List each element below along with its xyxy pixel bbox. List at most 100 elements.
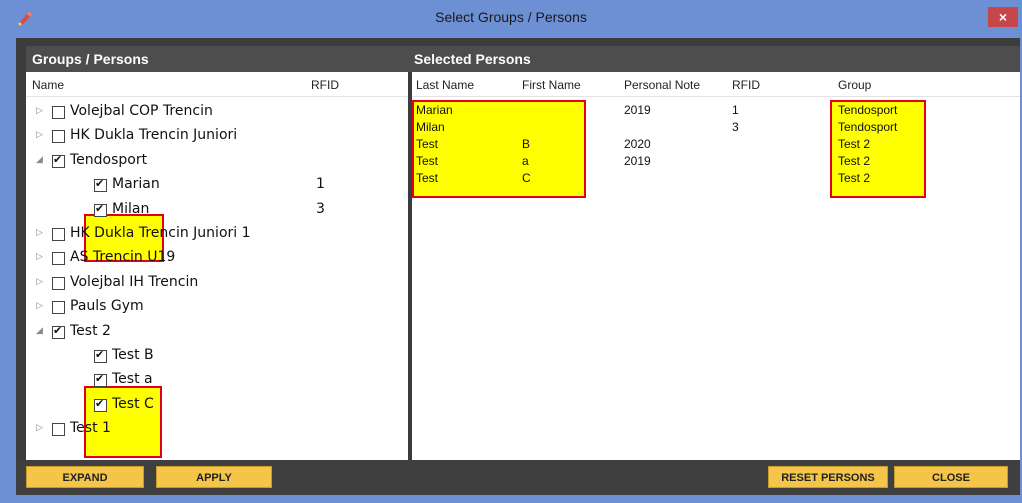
tree-item-label: Test 1 [70, 420, 111, 437]
rfid-value: 1 [316, 176, 325, 193]
column-header-last-name[interactable]: Last Name [416, 78, 474, 92]
column-header-rfid[interactable]: RFID [732, 78, 760, 92]
tree-group-row[interactable]: ▷ Pauls Gym [26, 296, 406, 320]
expand-arrow-icon[interactable]: ▷ [36, 423, 43, 433]
close-window-button[interactable]: × [988, 7, 1018, 27]
checkbox[interactable] [52, 130, 65, 144]
cell-first-name: C [522, 171, 531, 185]
checkmark-icon: ✔ [53, 152, 63, 166]
checkbox[interactable] [52, 228, 65, 241]
cell-group: Test 2 [838, 137, 871, 151]
table-row[interactable]: Test C Test 2 [412, 171, 1020, 188]
cell-last-name: Marian [416, 103, 453, 117]
apply-button[interactable]: APPLY [156, 466, 272, 488]
tree-group-row[interactable]: ▷ HK Dukla Trencin Juniori [26, 125, 406, 149]
table-row[interactable]: Marian 2019 1 Tendosport [412, 103, 1020, 120]
checkbox[interactable]: ✔ [94, 396, 107, 412]
tree-item-label: Test C [112, 395, 154, 412]
cell-first-name: B [522, 137, 531, 151]
column-header-personal-note[interactable]: Personal Note [624, 78, 700, 92]
tree-person-row[interactable]: ✔ Test B [26, 345, 406, 369]
cell-group: Test 2 [838, 154, 871, 168]
groups-persons-tree[interactable]: Name RFID ▷ Volejbal COP Trencin ▷ HK Dukla… [26, 72, 409, 460]
tree-person-row[interactable]: ✔ Test C [26, 394, 406, 418]
checkbox[interactable]: ✔ [94, 348, 107, 363]
cell-first-name: a [522, 154, 529, 168]
tree-person-row[interactable]: ✔ Milan 3 [26, 199, 406, 223]
tree-item-label: Pauls Gym [70, 298, 144, 315]
tree-group-row[interactable]: ▷ Test 1 [26, 418, 406, 442]
tree-item-label: Tendosport [70, 151, 148, 168]
checkmark-icon: ✔ [95, 372, 105, 386]
cell-rfid: 3 [732, 120, 739, 134]
checkbox[interactable]: ✔ [52, 152, 65, 168]
checkbox[interactable]: ✔ [94, 372, 107, 388]
table-row[interactable]: Milan 3 Tendosport [412, 120, 1020, 137]
dialog-content: Groups / Persons Selected Persons Name R… [16, 38, 1020, 495]
expand-arrow-icon[interactable]: ▷ [36, 130, 43, 140]
checkbox[interactable] [52, 423, 65, 437]
column-header-group[interactable]: Group [838, 78, 871, 92]
table-row[interactable]: Test a 2019 Test 2 [412, 154, 1020, 171]
cell-personal-note: 2020 [624, 137, 651, 151]
tree-item-label: Marian [112, 176, 160, 193]
checkbox[interactable] [52, 276, 65, 290]
checkbox[interactable]: ✔ [52, 323, 65, 339]
checkbox[interactable]: ✔ [94, 177, 107, 193]
checkmark-icon: ✔ [95, 177, 105, 191]
tree-item-label: Volejbal COP Trencin [70, 103, 213, 119]
tree-group-row[interactable]: ▷ HK Dukla Trencin Juniori 1 [26, 223, 406, 247]
checkmark-icon: ✔ [53, 323, 63, 337]
window-title: Select Groups / Persons [435, 9, 587, 25]
header-divider [412, 96, 1020, 97]
cell-group: Test 2 [838, 171, 871, 185]
collapse-arrow-icon[interactable]: ◢ [36, 155, 43, 165]
table-row[interactable]: Test B 2020 Test 2 [412, 137, 1020, 154]
tree-person-row[interactable]: ✔ Marian 1 [26, 174, 406, 198]
checkmark-icon: ✔ [95, 396, 105, 410]
column-header-first-name[interactable]: First Name [522, 78, 581, 92]
tree-item-label: Test 2 [70, 322, 111, 339]
cell-personal-note: 2019 [624, 154, 651, 168]
cell-last-name: Test [416, 137, 439, 151]
checkbox[interactable]: ✔ [94, 201, 107, 217]
tree-group-row[interactable]: ▷ Volejbal IH Trencin [26, 272, 406, 296]
column-header-rfid[interactable]: RFID [311, 78, 339, 92]
tree-group-row[interactable]: ◢ ✔ Test 2 [26, 321, 406, 345]
tree-group-row[interactable]: ▷ AS Trencin U19 [26, 247, 406, 271]
expand-arrow-icon[interactable]: ▷ [36, 277, 43, 287]
tree-item-label: AS Trencin U19 [70, 249, 176, 266]
reset-persons-button[interactable]: RESET PERSONS [768, 466, 888, 488]
close-button[interactable]: CLOSE [894, 466, 1008, 488]
checkbox[interactable] [52, 106, 65, 119]
checkbox[interactable] [52, 301, 65, 315]
expand-arrow-icon[interactable]: ▷ [36, 228, 43, 238]
title-bar[interactable]: Select Groups / Persons × [0, 0, 1022, 38]
checkmark-icon: ✔ [95, 348, 105, 361]
cell-rfid: 1 [732, 103, 739, 117]
cell-last-name: Test [416, 171, 439, 185]
cell-last-name: Test [416, 154, 439, 168]
checkmark-icon: ✔ [95, 201, 105, 215]
tree-item-label: Test B [112, 347, 154, 363]
button-bar: EXPAND APPLY RESET PERSONS CLOSE [16, 460, 1020, 495]
column-header-name[interactable]: Name [32, 78, 64, 92]
dialog-window: Select Groups / Persons × Groups / Perso… [0, 0, 1022, 503]
cell-last-name: Milan [416, 120, 445, 134]
groups-persons-header: Groups / Persons [26, 46, 408, 72]
expand-arrow-icon[interactable]: ▷ [36, 106, 43, 116]
window-border [0, 38, 16, 503]
checkbox[interactable] [52, 252, 65, 266]
selected-persons-header: Selected Persons [408, 46, 1020, 72]
rfid-value: 3 [316, 200, 325, 217]
tree-item-label: Volejbal IH Trencin [70, 273, 199, 290]
selected-persons-table[interactable]: Last Name First Name Personal Note RFID … [412, 72, 1020, 460]
tree-group-row[interactable]: ▷ Volejbal COP Trencin [26, 101, 406, 125]
collapse-arrow-icon[interactable]: ◢ [36, 326, 43, 336]
tree-item-label: Test a [112, 371, 153, 388]
tree-person-row[interactable]: ✔ Test a [26, 369, 406, 393]
expand-button[interactable]: EXPAND [26, 466, 144, 488]
expand-arrow-icon[interactable]: ▷ [36, 252, 43, 262]
expand-arrow-icon[interactable]: ▷ [36, 301, 43, 311]
tree-group-row[interactable]: ◢ ✔ Tendosport [26, 150, 406, 174]
